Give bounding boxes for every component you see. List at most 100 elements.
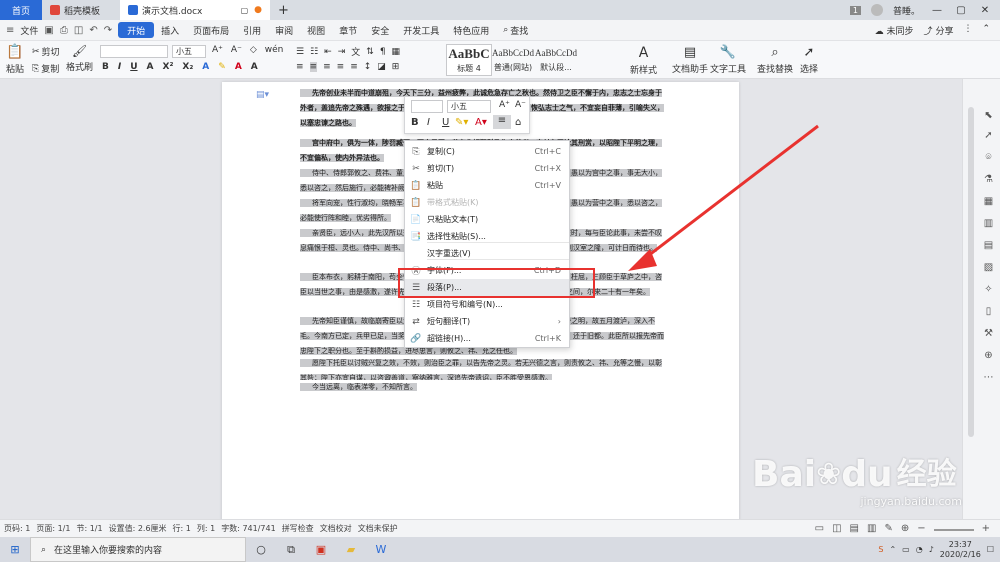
more-icon[interactable]: ⋮ [963,24,972,37]
numbered-list-icon[interactable]: ☷ [310,47,318,57]
sync-status[interactable]: ☁ 未同步 [875,24,914,37]
window-count-badge[interactable]: 1 [849,5,861,15]
new-tab-button[interactable]: + [270,0,297,20]
highlight-icon[interactable]: ✎ [218,62,226,72]
line-spacing-icon[interactable]: ↕ [364,62,372,72]
increase-indent-icon[interactable]: ⇥ [338,47,346,57]
status-item[interactable]: 拼写检查 [282,523,320,534]
menu-tab-7[interactable]: 安全 [364,22,396,38]
hamburger-icon[interactable]: ≡ [6,25,14,36]
unsaved-dot-icon[interactable]: ● [254,5,262,15]
italic-icon[interactable]: I [118,62,121,72]
share-button[interactable]: ⤴ 分享 [924,24,954,37]
style-heading4[interactable]: AaBbC 标题 4 [446,44,492,76]
wps-icon[interactable]: ▣ [306,543,336,556]
tray-battery-icon[interactable]: ▭ [902,545,910,554]
notification-icon[interactable]: ☐ [987,545,994,554]
save-icon[interactable]: ▣ [44,25,53,36]
align-center-icon[interactable]: ≡ [309,62,318,72]
panel-table-icon[interactable]: ▤ [982,239,995,252]
ctx-item-list[interactable]: ☷ 项目符号和编号(N)... [405,296,569,313]
align-left-icon[interactable]: ≡ [296,62,304,72]
preview-icon[interactable]: ◫ [74,25,83,36]
menu-tab-8[interactable]: 开发工具 [396,22,446,38]
menu-tab-0[interactable]: 开始 [118,22,155,38]
panel-doc-icon[interactable]: ▯ [982,305,995,318]
menu-tab-3[interactable]: 引用 [236,22,268,38]
font-size-combo[interactable]: 小五 [172,45,206,58]
mini-italic-icon[interactable]: I [427,117,430,128]
cut-button[interactable]: ✂ 剪切 [32,45,60,59]
paste-button[interactable]: 📋 粘贴 [6,44,24,75]
user-name[interactable]: 普睡。 [893,4,920,17]
border-icon[interactable]: ⊞ [392,62,400,72]
redo-icon[interactable]: ↷ [104,25,112,36]
new-style-button[interactable]: A 新样式 [630,45,657,76]
panel-layout-icon[interactable]: ▥ [982,217,995,230]
tray-volume-icon[interactable]: ♪ [929,545,934,554]
style-normal-web[interactable]: AaBbCcDd 普通(网站) [492,44,534,76]
taskbar-search[interactable]: ⌕ 在这里输入你要搜索的内容 [30,537,246,562]
print-icon[interactable]: ⎙ [60,25,68,36]
panel-magic-icon[interactable]: ✧ [982,283,995,296]
ctx-item-paste[interactable]: 📋 粘贴 Ctrl+V [405,177,569,194]
copy-button[interactable]: ⎘ 复制 [32,62,59,76]
doc-helper-button[interactable]: ▤ 文档助手 [672,45,708,75]
panel-share-icon[interactable]: ⊕ [982,349,995,362]
font-color-icon[interactable]: A [235,62,242,72]
mini-underline-icon[interactable]: U [442,117,449,128]
page-nav-icon[interactable]: ▤▾ [256,90,269,100]
grow-font-icon[interactable]: A⁺ [212,45,223,55]
panel-arrow-icon[interactable]: ⬉ [982,109,995,122]
vertical-scrollbar[interactable] [968,107,974,437]
mini-align-icon[interactable]: ≡ [493,115,511,129]
user-avatar[interactable] [870,4,883,16]
shading-icon[interactable]: ◪ [377,62,386,72]
panel-chart-icon[interactable]: ▨ [982,261,995,274]
show-marks-icon[interactable]: ¶ [380,47,386,57]
status-item[interactable]: 文档校对 [320,523,358,534]
mini-shrink-font-icon[interactable]: A⁻ [515,100,526,110]
tab-document[interactable]: 演示文档.docx ▢ ● [120,0,270,20]
select-button[interactable]: ➚ 选择 [800,45,818,75]
tab-straw-template[interactable]: 稻壳模板 [42,0,120,20]
menu-tab-6[interactable]: 章节 [332,22,364,38]
distribute-icon[interactable]: ≡ [350,62,358,72]
justify-icon[interactable]: ≡ [337,62,345,72]
clock[interactable]: 23:37 2020/2/16 [940,540,981,560]
zoom-in-icon[interactable]: + [982,523,990,534]
mini-size-combo[interactable]: 小五 [447,100,491,113]
window-icon[interactable]: ▢ [241,6,249,15]
subscript-icon[interactable]: X₂ [182,62,193,72]
align-right-icon[interactable]: ≡ [323,62,331,72]
status-item[interactable]: 文档未保护 [358,523,404,534]
table-icon[interactable]: ▦ [392,47,401,57]
mini-font-combo[interactable] [411,100,443,113]
folder-icon[interactable]: ▰ [336,543,366,556]
task-view-icon[interactable]: ⧉ [276,543,306,557]
phonetic-icon[interactable]: wén [265,45,284,55]
clear-format-icon[interactable]: ◇ [250,45,257,55]
panel-filter-icon[interactable]: ⚗ [982,173,995,186]
style-default-para[interactable]: AaBbCcDd 默认段... [534,44,578,76]
menu-tab-9[interactable]: 特色应用 [446,22,496,38]
strike-icon[interactable]: A [147,62,154,72]
undo-icon[interactable]: ↶ [89,25,97,36]
mini-clear-icon[interactable]: ⌂ [515,117,521,128]
menu-tab-2[interactable]: 页面布局 [186,22,236,38]
underline-icon[interactable]: U [130,62,137,72]
menu-tab-1[interactable]: 插入 [154,22,186,38]
ctx-item-paste-text[interactable]: 📄 只粘贴文本(T) [405,211,569,228]
ctx-item-copy[interactable]: ⎘ 复制(C) Ctrl+C [405,143,569,160]
superscript-icon[interactable]: X² [163,62,174,72]
minimize-icon[interactable]: — [930,5,944,16]
mini-font-color-icon[interactable]: A▾ [475,117,487,128]
bullet-list-icon[interactable]: ☰ [296,47,304,57]
panel-location-icon[interactable]: ⌾ [982,151,995,164]
panel-tool-icon[interactable]: ⚒ [982,327,995,340]
chinese-layout-icon[interactable]: 文 [351,45,360,58]
panel-cursor-icon[interactable]: ➚ [982,129,995,142]
document-paragraph[interactable]: 愿陛下托臣以讨贼兴复之效，不效，则治臣之罪，以告先帝之灵。若无兴德之言，则责攸之… [300,356,666,380]
ctx-item-paste-format[interactable]: 📋 带格式粘贴(K) [405,194,569,211]
tray-network-icon[interactable]: ◔ [916,545,923,554]
